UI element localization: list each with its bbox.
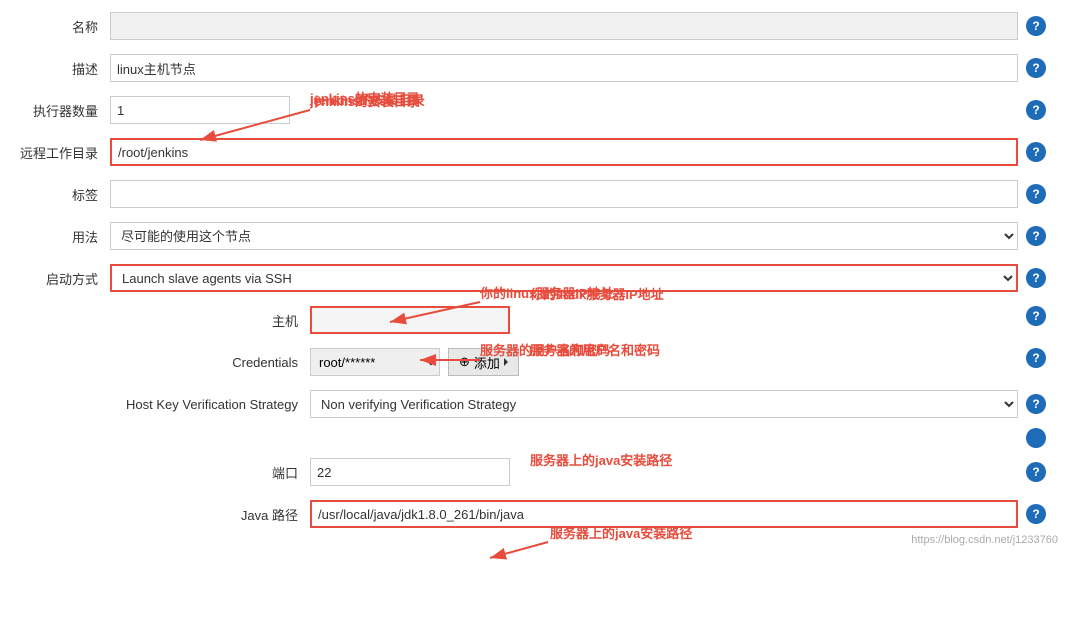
- java-path-help-button[interactable]: ?: [1026, 504, 1046, 524]
- credentials-help-button[interactable]: ?: [1026, 348, 1046, 368]
- usage-label: 用法: [20, 227, 110, 246]
- watermark: https://blog.csdn.net/j1233760: [911, 534, 1058, 546]
- remote-dir-row: 远程工作目录 ?: [20, 134, 1046, 170]
- java-path-label: Java 路径: [110, 505, 310, 524]
- description-input[interactable]: [110, 54, 1018, 82]
- credentials-row: Credentials root/****** - 无 - ⊕ 添加 ? 服务器…: [110, 344, 1046, 380]
- executors-help-button[interactable]: ?: [1026, 100, 1046, 120]
- launch-label: 启动方式: [20, 269, 110, 288]
- credentials-controls: root/****** - 无 - ⊕ 添加: [310, 348, 519, 376]
- host-input[interactable]: [310, 306, 510, 334]
- spacer-help-button[interactable]: [1026, 428, 1046, 448]
- host-help-button[interactable]: ?: [1026, 306, 1046, 326]
- dropdown-arrow-icon: [504, 358, 508, 366]
- labels-label: 标签: [20, 185, 110, 204]
- name-input[interactable]: [110, 12, 1018, 40]
- ann-jenkins-dir-text: jenkins的安装目录: [315, 90, 425, 109]
- hkvs-row: Host Key Verification Strategy Non verif…: [110, 386, 1046, 422]
- add-icon: ⊕: [459, 354, 470, 370]
- description-row: 描述 ?: [20, 50, 1046, 86]
- java-path-row: Java 路径 ?: [110, 496, 1046, 532]
- hkvs-help-button[interactable]: ?: [1026, 394, 1046, 414]
- labels-row: 标签 ?: [20, 176, 1046, 212]
- host-row: 主机 ? 你的linux服务器IP地址: [110, 302, 1046, 338]
- ann-linux-ip: 你的linux服务器IP地址: [530, 284, 664, 303]
- hkvs-select[interactable]: Non verifying Verification Strategy Know…: [310, 390, 1018, 418]
- hkvs-label: Host Key Verification Strategy: [110, 397, 310, 412]
- remote-dir-label: 远程工作目录: [20, 143, 110, 162]
- name-row: 名称 ?: [20, 8, 1046, 44]
- host-label: 主机: [110, 311, 310, 330]
- ann-java-path: 服务器上的java安装路径: [530, 450, 672, 469]
- port-help-button[interactable]: ?: [1026, 462, 1046, 482]
- description-help-button[interactable]: ?: [1026, 58, 1046, 78]
- java-path-input[interactable]: [310, 500, 1018, 528]
- port-row: 端口 ? 服务器上的java安装路径: [110, 454, 1046, 490]
- name-label: 名称: [20, 17, 110, 36]
- credentials-label: Credentials: [110, 355, 310, 370]
- executors-label: 执行器数量: [20, 101, 110, 120]
- executors-row: 执行器数量 jenkins的安装目录 ?: [20, 92, 1046, 128]
- credentials-select[interactable]: root/****** - 无 -: [310, 348, 440, 376]
- name-help-button[interactable]: ?: [1026, 16, 1046, 36]
- executors-input[interactable]: [110, 96, 290, 124]
- ssh-options-section: 主机 ? 你的linux服务器IP地址 Credentials root/***…: [110, 302, 1046, 532]
- description-label: 描述: [20, 59, 110, 78]
- remote-dir-help-button[interactable]: ?: [1026, 142, 1046, 162]
- labels-input[interactable]: [110, 180, 1018, 208]
- usage-help-button[interactable]: ?: [1026, 226, 1046, 246]
- usage-row: 用法 尽可能的使用这个节点 只允许运行绑定到这台机器的Job ?: [20, 218, 1046, 254]
- add-credentials-button[interactable]: ⊕ 添加: [448, 348, 519, 376]
- launch-help-button[interactable]: ?: [1026, 268, 1046, 288]
- ann-credentials: 服务器的用户名和密码: [530, 340, 660, 359]
- remote-dir-input[interactable]: [110, 138, 1018, 166]
- port-input[interactable]: [310, 458, 510, 486]
- labels-help-button[interactable]: ?: [1026, 184, 1046, 204]
- usage-select[interactable]: 尽可能的使用这个节点 只允许运行绑定到这台机器的Job: [110, 222, 1018, 250]
- add-button-label: 添加: [474, 353, 500, 372]
- spacer-row: [110, 428, 1046, 448]
- port-label: 端口: [110, 463, 310, 482]
